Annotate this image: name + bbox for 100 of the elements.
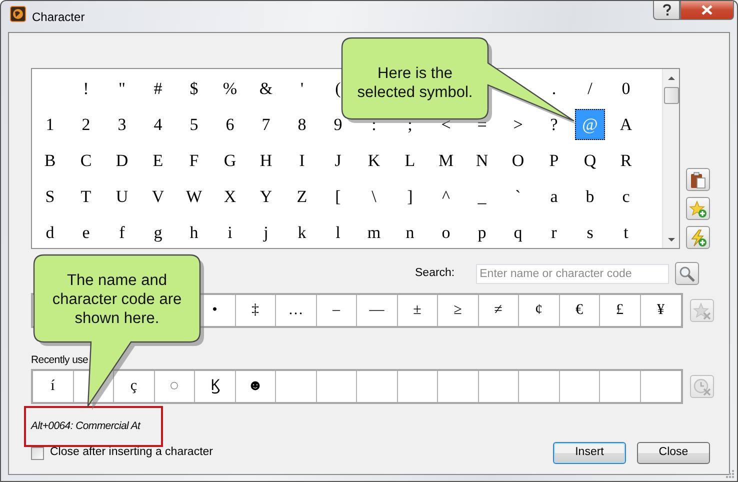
character-cell[interactable]: f <box>107 216 137 248</box>
character-cell[interactable]: \ <box>359 180 389 212</box>
character-cell[interactable]: 4 <box>143 108 173 140</box>
scrollbar[interactable] <box>662 69 679 248</box>
character-cell[interactable]: 5 <box>179 108 209 140</box>
character-cell[interactable]: & <box>251 72 281 104</box>
character-cell[interactable]: C <box>71 144 101 176</box>
search-field[interactable]: Enter name or character code <box>476 264 669 284</box>
favorite-cell[interactable]: ¥ <box>640 295 681 326</box>
character-cell[interactable]: I <box>287 144 317 176</box>
character-cell[interactable]: J <box>323 144 353 176</box>
resize-grip-icon[interactable] <box>725 469 735 479</box>
character-cell[interactable]: _ <box>467 180 497 212</box>
character-cell[interactable]: H <box>251 144 281 176</box>
character-cell[interactable]: 1 <box>35 108 65 140</box>
favorite-cell[interactable]: … <box>276 295 316 326</box>
character-cell[interactable]: Q <box>575 144 605 176</box>
character-cell[interactable]: ` <box>503 180 533 212</box>
character-cell[interactable]: g <box>143 216 173 248</box>
favorite-cell[interactable]: – <box>316 295 357 326</box>
dialog-button[interactable]: Insert <box>553 442 626 464</box>
character-cell[interactable]: 0 <box>611 72 641 104</box>
add-favorite-button[interactable] <box>686 197 710 220</box>
favorite-cell[interactable]: ≥ <box>438 295 478 326</box>
character-cell[interactable]: % <box>215 72 245 104</box>
character-cell[interactable]: ? <box>539 108 569 140</box>
character-cell[interactable]: c <box>611 180 641 212</box>
character-cell[interactable]: P <box>539 144 569 176</box>
character-cell[interactable]: G <box>215 144 245 176</box>
character-cell[interactable]: 7 <box>251 108 281 140</box>
character-cell[interactable]: M <box>431 144 461 176</box>
character-cell[interactable]: T <box>71 180 101 212</box>
favorite-cell[interactable]: ¢ <box>519 295 560 326</box>
recent-cell[interactable]: ç <box>114 371 154 402</box>
character-cell[interactable]: " <box>107 72 137 104</box>
character-cell[interactable]: b <box>575 180 605 212</box>
character-cell[interactable]: Y <box>251 180 281 212</box>
character-cell[interactable]: k <box>287 216 317 248</box>
character-cell[interactable]: r <box>539 216 569 248</box>
character-cell[interactable]: 8 <box>287 108 317 140</box>
character-cell[interactable]: h <box>179 216 209 248</box>
character-cell[interactable]: n <box>395 216 425 248</box>
character-cell[interactable]: X <box>215 180 245 212</box>
character-cell[interactable]: j <box>251 216 281 248</box>
recent-cell[interactable]: ◌ <box>154 371 195 402</box>
character-cell[interactable]: 2 <box>71 108 101 140</box>
character-cell[interactable]: [ <box>323 180 353 212</box>
character-cell[interactable]: ! <box>71 72 101 104</box>
character-cell[interactable]: O <box>503 144 533 176</box>
character-cell[interactable]: t <box>611 216 641 248</box>
character-cell[interactable]: d <box>35 216 65 248</box>
character-cell[interactable]: ' <box>287 72 317 104</box>
close-button[interactable] <box>680 1 734 20</box>
search-button[interactable] <box>674 262 699 285</box>
character-cell[interactable]: V <box>143 180 173 212</box>
character-cell[interactable]: . <box>539 72 569 104</box>
character-cell[interactable]: B <box>35 144 65 176</box>
character-cell[interactable]: / <box>575 72 605 104</box>
character-cell[interactable]: m <box>359 216 389 248</box>
paste-button[interactable] <box>686 168 710 191</box>
character-cell[interactable]: > <box>503 108 533 140</box>
favorite-cell[interactable]: € <box>560 295 600 326</box>
recent-cell[interactable]: í <box>33 371 74 402</box>
character-cell[interactable]: S <box>35 180 65 212</box>
character-cell[interactable]: p <box>467 216 497 248</box>
favorite-cell[interactable]: £ <box>600 295 640 326</box>
add-shortcut-button[interactable] <box>686 226 710 249</box>
help-button[interactable] <box>653 1 680 20</box>
favorite-cell[interactable]: — <box>357 295 398 326</box>
character-cell[interactable]: U <box>107 180 137 212</box>
character-cell[interactable]: W <box>179 180 209 212</box>
character-cell[interactable]: $ <box>179 72 209 104</box>
recent-cell[interactable]: ☻ <box>236 371 276 402</box>
character-cell[interactable]: 3 <box>107 108 137 140</box>
favorite-cell[interactable]: ‡ <box>236 295 276 326</box>
favorite-cell[interactable]: ≠ <box>478 295 519 326</box>
scroll-thumb[interactable] <box>664 87 679 104</box>
character-cell[interactable]: s <box>575 216 605 248</box>
character-cell[interactable]: o <box>431 216 461 248</box>
character-cell[interactable]: e <box>71 216 101 248</box>
dialog-button[interactable]: Close <box>637 442 710 464</box>
recent-cell[interactable]: Ϗ <box>195 371 236 402</box>
character-cell[interactable]: D <box>107 144 137 176</box>
character-cell[interactable]: K <box>359 144 389 176</box>
character-cell[interactable]: 6 <box>215 108 245 140</box>
character-cell[interactable]: a <box>539 180 569 212</box>
character-cell[interactable]: A <box>611 108 641 140</box>
character-cell[interactable]: # <box>143 72 173 104</box>
checkbox[interactable] <box>31 446 44 460</box>
character-cell[interactable]: F <box>179 144 209 176</box>
character-cell[interactable]: 9 <box>323 108 353 140</box>
character-cell[interactable]: ] <box>395 180 425 212</box>
character-cell[interactable]: q <box>503 216 533 248</box>
favorite-cell[interactable]: ± <box>398 295 438 326</box>
character-cell[interactable]: L <box>395 144 425 176</box>
character-cell[interactable]: Z <box>287 180 317 212</box>
character-cell[interactable]: i <box>215 216 245 248</box>
character-cell[interactable]: R <box>611 144 641 176</box>
character-cell[interactable]: E <box>143 144 173 176</box>
character-cell[interactable]: ^ <box>431 180 461 212</box>
